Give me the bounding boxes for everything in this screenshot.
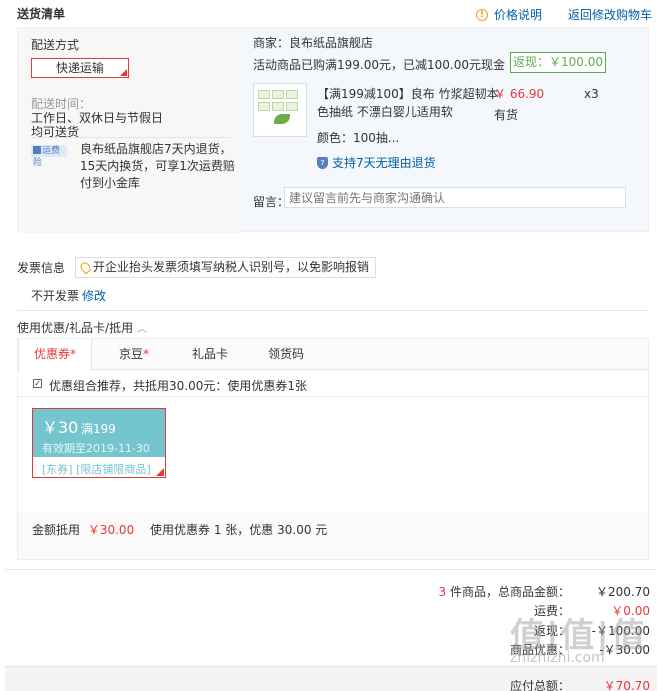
invoice-tip: 开企业抬头发票须填写纳税人识别号，以免影响报销 xyxy=(75,257,377,278)
tab-goods-code[interactable]: 领货码 xyxy=(258,339,314,370)
invoice-title: 发票信息 xyxy=(17,261,66,275)
tab-gift-card[interactable]: 礼品卡 xyxy=(182,339,238,370)
insurance-icon xyxy=(33,146,41,154)
goods-count-label: 件商品，总商品金额： xyxy=(449,585,570,599)
page-title: 送货清单 xyxy=(17,7,66,21)
combo-recommend-row: ✓ 优惠组合推荐，共抵用30.00元：使用优惠券1张 xyxy=(18,371,648,397)
back-to-cart-link[interactable]: 返回修改购物车 xyxy=(568,6,652,23)
product-image[interactable] xyxy=(253,83,307,137)
tab-label: 京豆 xyxy=(118,347,143,361)
required-star: * xyxy=(70,347,76,361)
coupon-section-toggle[interactable]: 使用优惠/礼品卡/抵用 ︿ xyxy=(17,319,147,336)
coupon-tag: [东券] [限店铺限商品] xyxy=(42,463,151,476)
coupon-block: 优惠券* 京豆* 礼品卡 领货码 ✓ 优惠组合推荐，共抵用30.00元：使用优惠… xyxy=(17,338,649,560)
product-color: 颜色：100抽... xyxy=(317,131,400,145)
pack-shape xyxy=(286,90,298,99)
coupon-tabs: 优惠券* 京豆* 礼品卡 领货码 xyxy=(18,339,648,371)
pack-shape xyxy=(258,102,270,111)
rebate-badge: 返现：￥100.00 xyxy=(510,52,606,73)
location-pin-icon xyxy=(78,260,93,275)
pack-shape xyxy=(258,90,270,99)
divider xyxy=(31,137,231,138)
leaf-icon xyxy=(274,114,290,124)
shipping-method-label: 配送方式 xyxy=(31,38,80,52)
header-links: ! 价格说明 返回修改购物车 xyxy=(475,6,652,23)
pack-shape xyxy=(272,90,284,99)
product-stock: 有货 xyxy=(494,108,519,122)
invoice-edit-link[interactable]: 修改 xyxy=(82,287,106,304)
combo-text: 优惠组合推荐，共抵用30.00元：使用优惠券1张 xyxy=(49,379,307,393)
return-policy: 7 支持7天无理由退货 xyxy=(317,154,436,171)
coupon-summary: 金额抵用 ￥30.00 使用优惠券 1 张，优惠 30.00 元 xyxy=(32,521,327,538)
chevron-up-icon: ︿ xyxy=(136,324,147,335)
divider xyxy=(17,310,649,311)
remark-input[interactable] xyxy=(284,187,626,208)
goods-count: 3 xyxy=(438,585,447,599)
coupon-amount: ￥30 xyxy=(42,418,79,437)
invoice-tip-text: 开企业抬头发票须填写纳税人识别号，以免影响报销 xyxy=(93,260,370,274)
shield-icon: 7 xyxy=(317,156,328,169)
shipping-insurance-badge: 运费险 xyxy=(31,145,67,168)
shipping-panel: 配送方式 快递运输 配送时间： 工作日、双休日与节假日 均可送货 运费险 良布纸… xyxy=(18,28,240,233)
payable-label: 应付总额： xyxy=(509,679,570,691)
watermark-url: zhizhizhi.com xyxy=(510,650,605,666)
divider xyxy=(5,569,657,570)
coupon-condition: 满199 xyxy=(81,422,116,436)
tab-label: 领货码 xyxy=(267,347,304,361)
payable-value: ￥70.70 xyxy=(603,679,650,691)
coupon-card-header: ￥30 满199 有效期至2019-11-30 xyxy=(33,409,165,457)
coupon-section-title: 使用优惠/礼品卡/抵用 xyxy=(17,321,134,335)
info-icon: ! xyxy=(475,8,488,21)
shop-policy-text: 良布纸品旗舰店7天内退货，15天内换货，可享1次运费赔付到小金库 xyxy=(80,142,235,190)
coupon-card[interactable]: ￥30 满199 有效期至2019-11-30 [东券] [限店铺限商品] xyxy=(32,408,166,478)
coupon-sum-value: ￥30.00 xyxy=(87,523,135,537)
product-price: ￥ 66.90 xyxy=(494,87,545,101)
shipping-method-button[interactable]: 快递运输 xyxy=(31,58,129,78)
tab-label: 优惠券 xyxy=(33,347,70,361)
combo-checkbox[interactable]: ✓ xyxy=(33,379,42,388)
tab-jd-beans[interactable]: 京豆* xyxy=(106,339,162,370)
product-name[interactable]: 【满199减100】良布 竹浆超韧本色抽纸 不漂白婴儿适用软 xyxy=(317,85,502,121)
invoice-value: 不开发票 xyxy=(31,289,80,303)
coupon-list: ￥30 满199 有效期至2019-11-30 [东券] [限店铺限商品] xyxy=(18,397,648,512)
pack-shape xyxy=(286,102,298,111)
merchant-name: 商家：良布纸品旗舰店 xyxy=(253,36,374,50)
coupon-sum-label: 金额抵用 xyxy=(32,523,81,537)
order-block: 配送方式 快递运输 配送时间： 工作日、双休日与节假日 均可送货 运费险 良布纸… xyxy=(17,27,649,233)
return-policy-label: 支持7天无理由退货 xyxy=(332,156,436,170)
goods-total: ￥200.70 xyxy=(596,585,650,599)
tab-coupon[interactable]: 优惠券* xyxy=(18,339,92,371)
pack-shape xyxy=(272,102,284,111)
tab-label: 礼品卡 xyxy=(191,347,228,361)
coupon-sum-detail: 使用优惠券 1 张，优惠 30.00 元 xyxy=(150,523,328,537)
price-note-link[interactable]: 价格说明 xyxy=(494,6,542,23)
required-star: * xyxy=(143,347,149,361)
goods-count-row: 3 件商品，总商品金额： xyxy=(400,583,570,600)
promo-text: 活动商品已购满199.00元，已减100.00元现金 xyxy=(253,58,505,72)
coupon-validity: 有效期至2019-11-30 xyxy=(42,442,150,455)
product-quantity: x3 xyxy=(584,87,599,101)
